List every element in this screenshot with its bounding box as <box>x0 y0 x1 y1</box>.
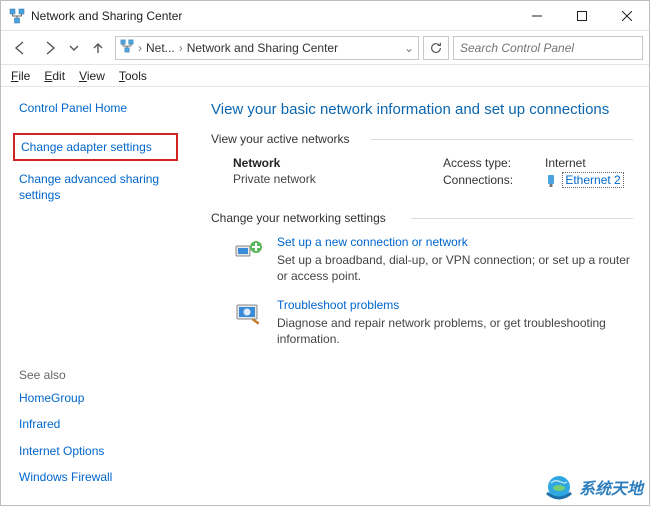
access-type-value: Internet <box>545 156 586 170</box>
nav-toolbar: › Net... › Network and Sharing Center ⌄ <box>1 31 649 65</box>
forward-button[interactable] <box>37 35 63 61</box>
active-network-block: Network Private network Access type: Int… <box>233 156 633 191</box>
troubleshoot-item: Troubleshoot problems Diagnose and repai… <box>233 298 633 347</box>
address-bar[interactable]: › Net... › Network and Sharing Center ⌄ <box>115 36 419 60</box>
watermark: 系统天地 <box>545 473 643 501</box>
access-type-label: Access type: <box>443 156 533 170</box>
troubleshoot-desc: Diagnose and repair network problems, or… <box>277 315 633 347</box>
menu-file[interactable]: File <box>11 69 30 83</box>
content-area: Control Panel Home Change adapter settin… <box>1 87 649 505</box>
connection-link[interactable]: Ethernet 2 <box>562 172 623 188</box>
troubleshoot-link[interactable]: Troubleshoot problems <box>277 298 633 312</box>
chevron-right-icon: › <box>138 41 142 55</box>
minimize-button[interactable] <box>514 1 559 30</box>
troubleshoot-icon <box>233 298 265 330</box>
setup-connection-icon <box>233 235 265 267</box>
search-input[interactable] <box>453 36 643 60</box>
network-center-icon <box>9 8 25 24</box>
network-name: Network <box>233 156 443 170</box>
page-heading: View your basic network information and … <box>211 101 633 118</box>
setup-connection-link[interactable]: Set up a new connection or network <box>277 235 633 249</box>
setup-connection-item: Set up a new connection or network Set u… <box>233 235 633 284</box>
chevron-down-icon[interactable]: ⌄ <box>404 41 414 55</box>
see-also-windows-firewall[interactable]: Windows Firewall <box>19 469 184 485</box>
see-also-internet-options[interactable]: Internet Options <box>19 443 184 459</box>
refresh-button[interactable] <box>423 36 449 60</box>
back-button[interactable] <box>7 35 33 61</box>
globe-icon <box>545 473 573 501</box>
change-adapter-settings-link[interactable]: Change adapter settings <box>13 133 178 161</box>
maximize-button[interactable] <box>559 1 604 30</box>
up-button[interactable] <box>85 35 111 61</box>
history-dropdown[interactable] <box>67 35 81 61</box>
connections-label: Connections: <box>443 173 533 187</box>
breadcrumb-item[interactable]: Net... <box>146 41 175 55</box>
menu-tools[interactable]: Tools <box>119 69 147 83</box>
ethernet-icon <box>545 174 557 188</box>
close-button[interactable] <box>604 1 649 30</box>
network-center-icon <box>120 39 134 56</box>
main-panel: View your basic network information and … <box>201 87 649 505</box>
active-networks-heading: View your active networks <box>211 132 633 146</box>
menu-view[interactable]: View <box>79 69 105 83</box>
menubar: File Edit View Tools <box>1 65 649 87</box>
change-advanced-sharing-link[interactable]: Change advanced sharing settings <box>19 171 184 203</box>
watermark-text: 系统天地 <box>579 475 643 499</box>
control-panel-home-link[interactable]: Control Panel Home <box>19 101 191 115</box>
change-settings-heading: Change your networking settings <box>211 211 633 225</box>
breadcrumb-item[interactable]: Network and Sharing Center <box>187 41 338 55</box>
see-also-homegroup[interactable]: HomeGroup <box>19 390 184 406</box>
see-also-heading: See also <box>19 368 191 382</box>
chevron-right-icon: › <box>179 41 183 55</box>
window-controls <box>514 1 649 30</box>
network-type: Private network <box>233 172 443 186</box>
titlebar: Network and Sharing Center <box>1 1 649 31</box>
sidebar: Control Panel Home Change adapter settin… <box>1 87 201 505</box>
menu-edit[interactable]: Edit <box>44 69 65 83</box>
setup-connection-desc: Set up a broadband, dial-up, or VPN conn… <box>277 252 633 284</box>
window-title: Network and Sharing Center <box>31 9 514 23</box>
see-also-infrared[interactable]: Infrared <box>19 416 184 432</box>
